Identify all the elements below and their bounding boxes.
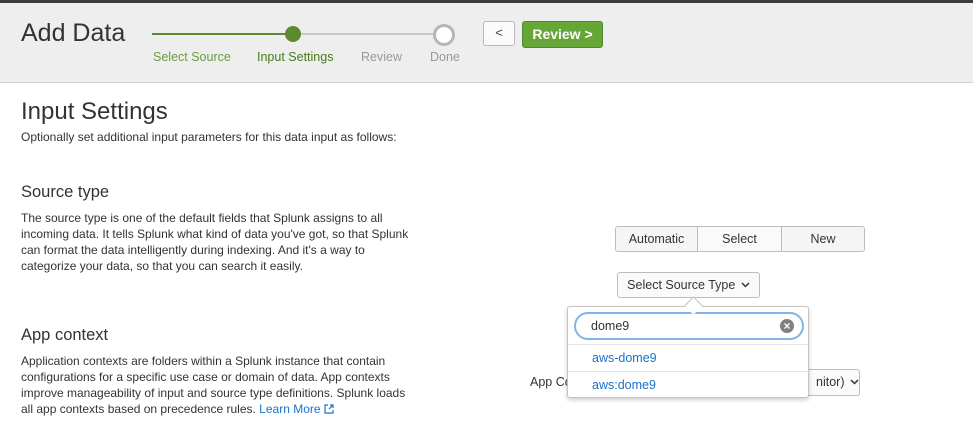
app-context-label: App Co [530,375,572,389]
mode-new-button[interactable]: New [782,227,864,251]
source-type-search-input[interactable]: dome9 × [574,312,804,340]
source-type-option[interactable]: aws-dome9 [592,351,657,365]
final-step-circle [433,24,455,46]
source-type-heading: Source type [21,183,110,201]
page-title: Add Data [21,19,126,47]
external-link-icon [324,404,334,414]
step-progress: Select Source Input Settings Review Done [152,24,460,69]
search-query: dome9 [591,319,630,333]
clear-search-icon[interactable]: × [780,319,794,333]
step-label-review: Review [361,50,402,64]
step-label-done: Done [430,50,460,64]
chevron-left-icon: < [495,25,503,40]
select-source-type-dropdown[interactable]: Select Source Type [617,272,760,298]
chevron-down-icon [741,282,750,288]
divider [568,344,808,345]
source-type-description: The source type is one of the default fi… [21,211,409,273]
divider [568,371,808,372]
progress-complete-line [152,33,293,35]
source-type-option[interactable]: aws:dome9 [592,378,656,392]
review-button[interactable]: Review > [522,21,603,48]
source-type-mode-toggle: Automatic Select New [615,226,865,252]
progress-pending-line [293,33,443,35]
section-heading: Input Settings [21,98,168,125]
current-step-dot [285,26,301,42]
step-label-input-settings: Input Settings [257,50,334,64]
mode-select-button[interactable]: Select [698,227,782,251]
step-label-select-source: Select Source [153,50,231,64]
app-context-text: Application contexts are folders within … [21,354,406,416]
back-button[interactable]: < [483,21,515,46]
app-context-description: Application contexts are folders within … [21,353,416,417]
chevron-down-icon [850,379,859,385]
app-context-value: nitor) [816,375,845,389]
source-type-popover: dome9 × aws-dome9 aws:dome9 [567,306,809,398]
intro-text: Optionally set additional input paramete… [21,130,397,144]
select-source-type-label: Select Source Type [627,278,736,292]
mode-automatic-button[interactable]: Automatic [616,227,698,251]
learn-more-link[interactable]: Learn More [259,402,334,416]
app-context-heading: App context [21,326,109,344]
